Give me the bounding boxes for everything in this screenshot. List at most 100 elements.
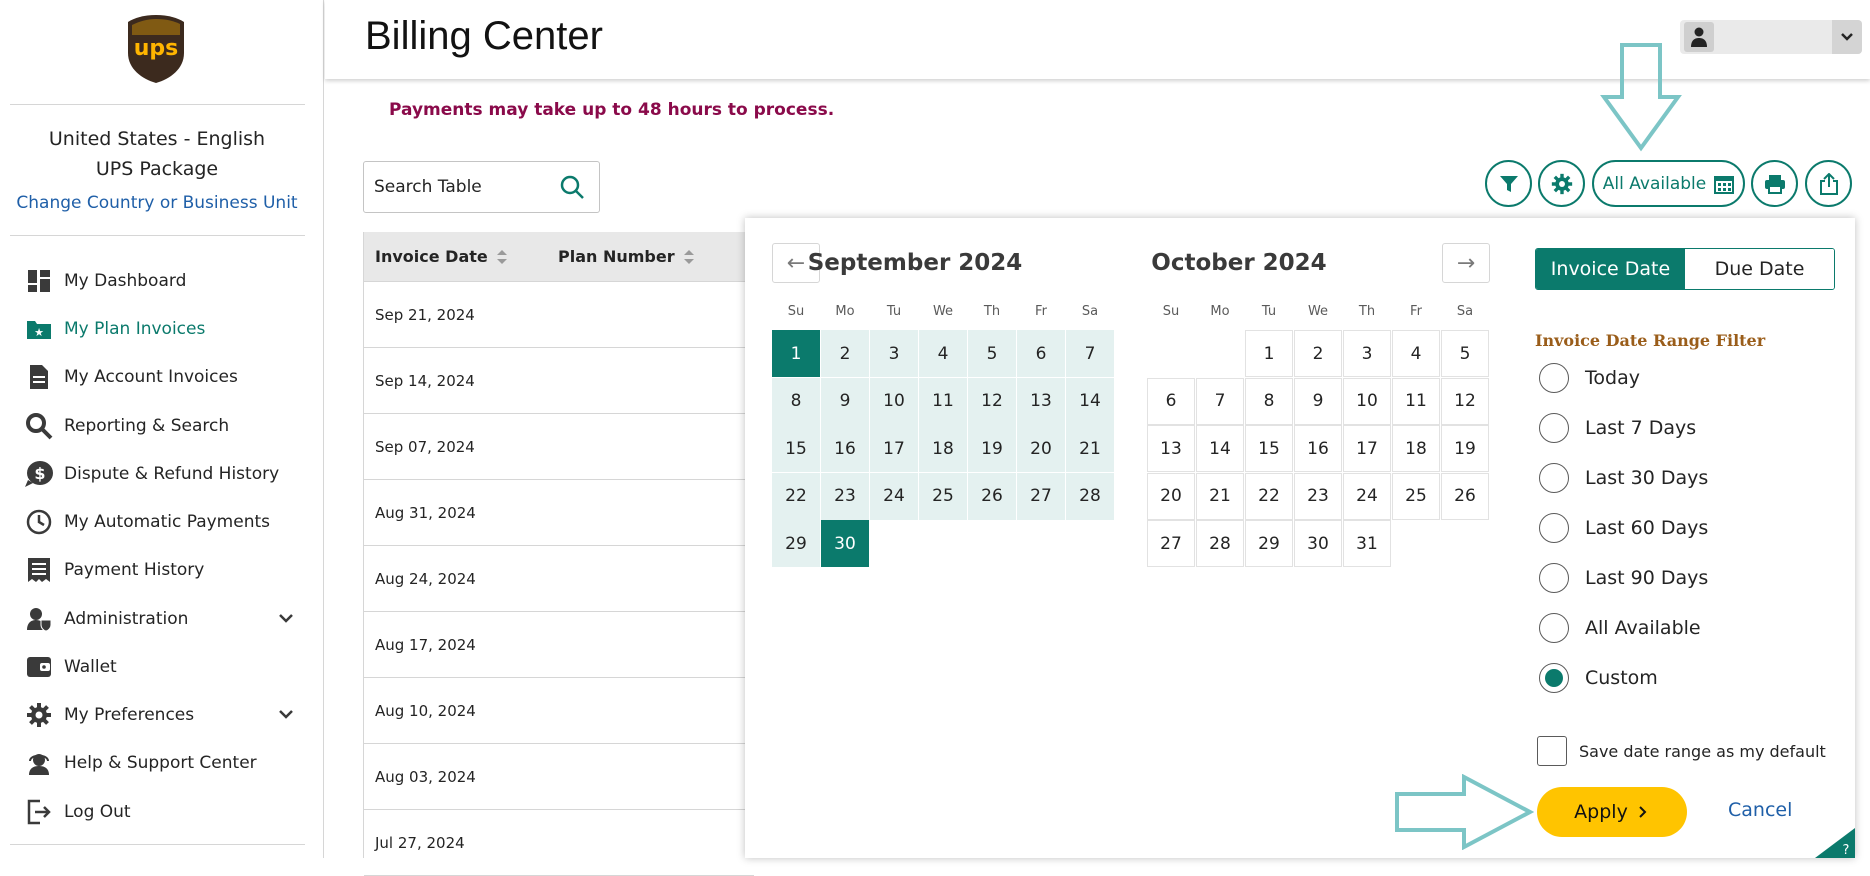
calendar-day[interactable]: 29 [772,520,820,567]
chevron-down-icon[interactable] [1832,20,1862,54]
calendar-day[interactable]: 27 [1017,472,1065,520]
calendar-day[interactable]: 12 [968,377,1016,425]
calendar-day[interactable]: 19 [968,425,1016,472]
calendar-day[interactable]: 3 [870,330,918,377]
help-corner-icon[interactable]: ? [1815,828,1855,858]
radio-button-selected[interactable] [1539,663,1569,693]
search-icon[interactable] [559,174,585,200]
sidebar-item-help[interactable]: Help & Support Center [24,747,294,779]
calendar-day[interactable]: 24 [870,472,918,520]
calendar-day[interactable]: 6 [1147,377,1195,425]
calendar-day[interactable]: 6 [1017,330,1065,377]
chevron-down-icon[interactable] [278,609,294,629]
calendar-day[interactable]: 28 [1066,472,1114,520]
calendar-day[interactable]: 29 [1245,520,1293,567]
calendar-day[interactable]: 20 [1147,472,1195,520]
calendar-day[interactable]: 22 [1245,472,1293,520]
calendar-day[interactable]: 18 [1392,425,1440,472]
sidebar-item-preferences[interactable]: My Preferences [24,699,294,731]
calendar-day[interactable]: 21 [1066,425,1114,472]
user-menu[interactable] [1680,20,1862,54]
table-row[interactable]: Sep 21, 2024 [364,282,754,348]
radio-custom[interactable]: Custom [1539,662,1658,694]
calendar-day[interactable]: 16 [1294,425,1342,472]
apply-button[interactable]: Apply [1537,787,1687,837]
calendar-day[interactable]: 4 [1392,330,1440,377]
calendar-day[interactable]: 24 [1343,472,1391,520]
calendar-day[interactable]: 1 [1245,330,1293,377]
calendar-day[interactable]: 8 [772,377,820,425]
search-input[interactable]: Search Table [363,161,600,213]
sidebar-item-payment-history[interactable]: Payment History [24,554,294,586]
sidebar-item-dashboard[interactable]: My Dashboard [24,265,294,297]
calendar-day[interactable]: 2 [1294,330,1342,377]
radio-last-7-days[interactable]: Last 7 Days [1539,412,1696,444]
calendar-day[interactable]: 11 [1392,377,1440,425]
calendar-day[interactable]: 21 [1196,472,1244,520]
calendar-day[interactable]: 30 [1294,520,1342,567]
calendar-day[interactable]: 28 [1196,520,1244,567]
sort-icon[interactable] [683,248,695,266]
calendar-day[interactable]: 7 [1196,377,1244,425]
calendar-day[interactable]: 23 [1294,472,1342,520]
save-default-checkbox[interactable] [1537,736,1567,766]
radio-button[interactable] [1539,613,1569,643]
calendar-day[interactable]: 2 [821,330,869,377]
calendar-day[interactable]: 30 [821,520,869,567]
column-header-plan-number[interactable]: Plan Number [558,247,695,266]
calendar-day[interactable]: 11 [919,377,967,425]
tab-invoice-date[interactable]: Invoice Date [1536,249,1685,289]
calendar-day[interactable]: 25 [919,472,967,520]
sidebar-item-administration[interactable]: Administration [24,603,294,635]
table-row[interactable]: Aug 17, 2024 [364,612,754,678]
calendar-day[interactable]: 17 [870,425,918,472]
sidebar-item-plan-invoices[interactable]: ★ My Plan Invoices [24,313,294,345]
radio-button[interactable] [1539,363,1569,393]
print-button[interactable] [1751,160,1798,207]
table-row[interactable]: Aug 24, 2024 [364,546,754,612]
radio-button[interactable] [1539,513,1569,543]
sidebar-item-wallet[interactable]: Wallet [24,651,294,683]
calendar-day[interactable]: 13 [1147,425,1195,472]
table-row[interactable]: Aug 03, 2024 [364,744,754,810]
calendar-day[interactable]: 12 [1441,377,1489,425]
calendar-day[interactable]: 15 [1245,425,1293,472]
calendar-day[interactable]: 4 [919,330,967,377]
calendar-day[interactable]: 17 [1343,425,1391,472]
next-month-button[interactable]: → [1442,243,1490,283]
date-range-button[interactable]: All Available [1592,160,1745,207]
calendar-day[interactable]: 10 [1343,377,1391,425]
cancel-button[interactable]: Cancel [1728,799,1792,821]
calendar-day[interactable]: 15 [772,425,820,472]
sidebar-item-automatic-payments[interactable]: My Automatic Payments [24,506,294,538]
table-row[interactable]: Aug 10, 2024 [364,678,754,744]
calendar-day[interactable]: 10 [870,377,918,425]
calendar-day[interactable]: 5 [968,330,1016,377]
calendar-day[interactable]: 19 [1441,425,1489,472]
sidebar-item-account-invoices[interactable]: My Account Invoices [24,361,294,393]
save-default-checkbox-row[interactable]: Save date range as my default [1537,736,1826,766]
chevron-down-icon[interactable] [278,705,294,725]
calendar-day[interactable]: 14 [1196,425,1244,472]
calendar-day[interactable]: 7 [1066,330,1114,377]
calendar-day[interactable]: 5 [1441,330,1489,377]
calendar-day[interactable]: 18 [919,425,967,472]
calendar-day[interactable]: 22 [772,472,820,520]
radio-button[interactable] [1539,413,1569,443]
table-row[interactable]: Sep 07, 2024 [364,414,754,480]
calendar-day[interactable]: 3 [1343,330,1391,377]
calendar-day[interactable]: 26 [1441,472,1489,520]
calendar-day[interactable]: 14 [1066,377,1114,425]
radio-all-available[interactable]: All Available [1539,612,1701,644]
calendar-day[interactable]: 9 [821,377,869,425]
column-header-invoice-date[interactable]: Invoice Date [375,247,508,266]
radio-button[interactable] [1539,463,1569,493]
radio-last-30-days[interactable]: Last 30 Days [1539,462,1708,494]
ups-logo[interactable]: ups [126,13,186,85]
radio-button[interactable] [1539,563,1569,593]
radio-last-90-days[interactable]: Last 90 Days [1539,562,1708,594]
calendar-day[interactable]: 31 [1343,520,1391,567]
table-row[interactable]: Jul 27, 2024 [364,810,754,876]
change-country-link[interactable]: Change Country or Business Unit [0,193,314,213]
tab-due-date[interactable]: Due Date [1685,249,1834,289]
